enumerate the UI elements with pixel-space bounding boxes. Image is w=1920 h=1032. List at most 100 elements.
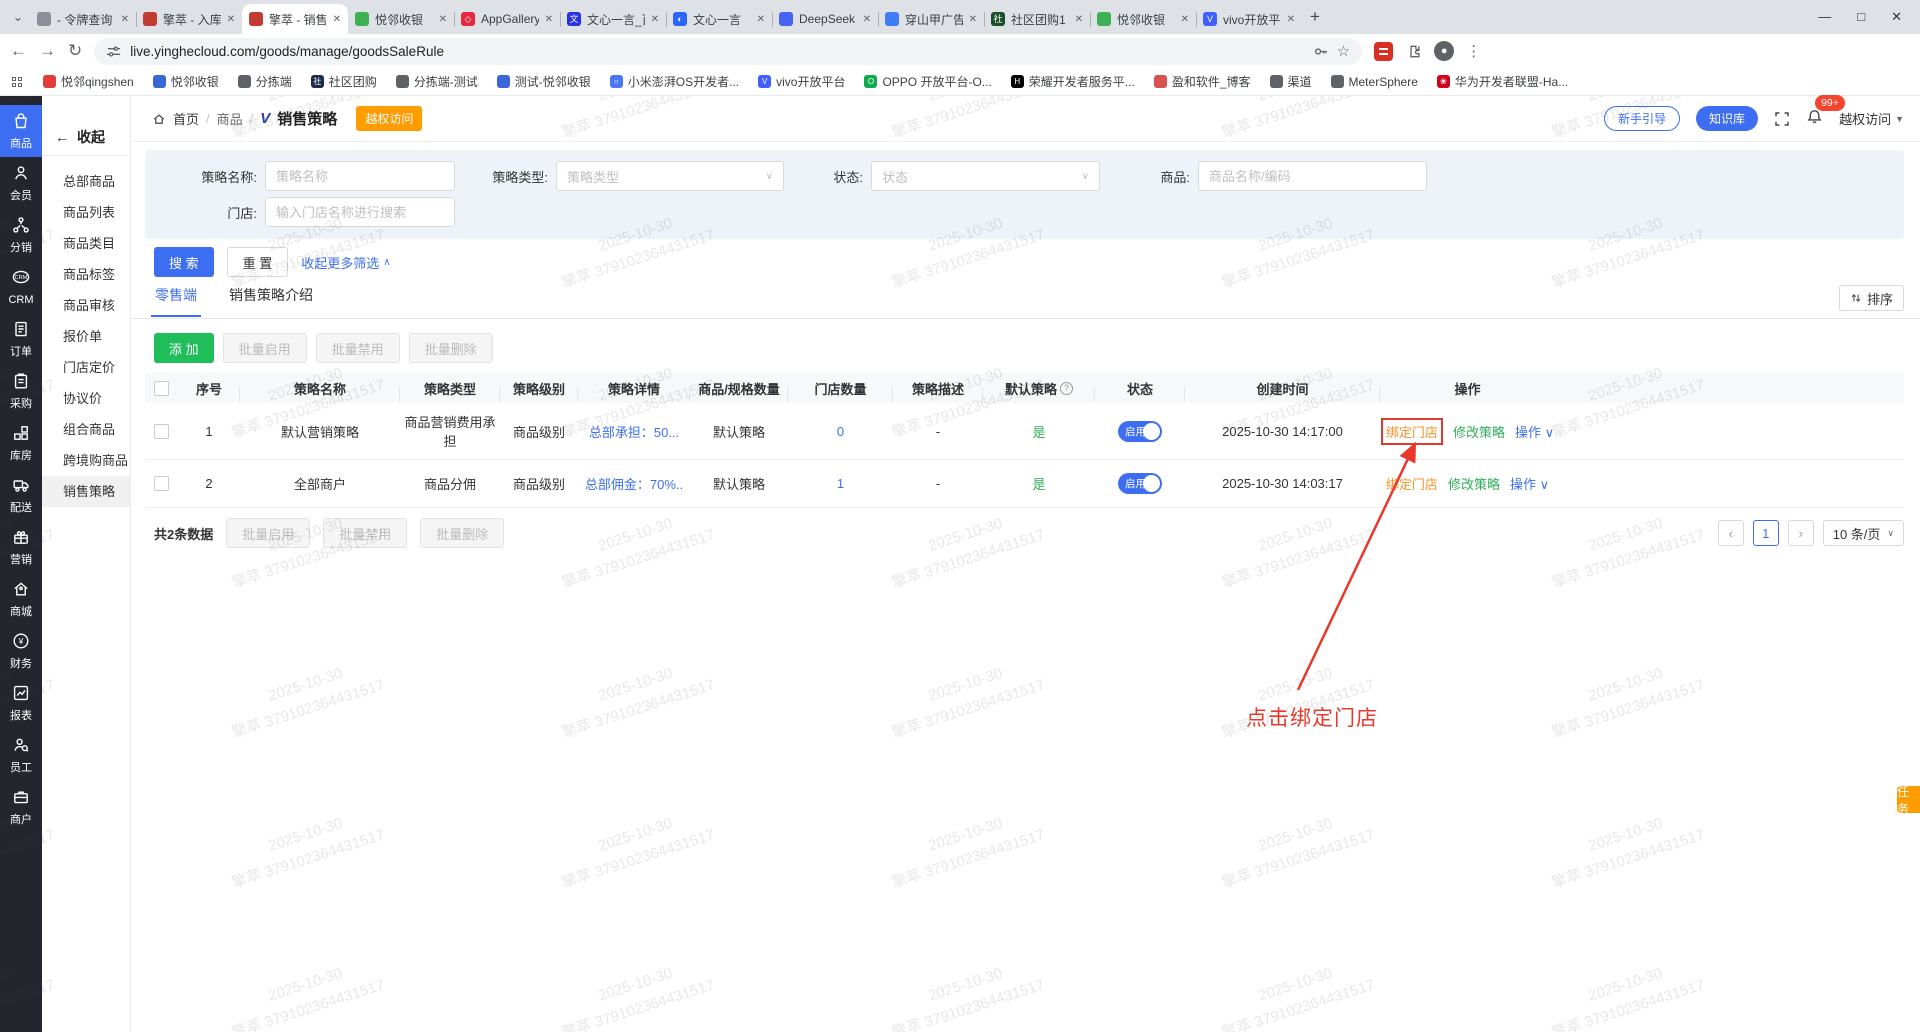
- browser-tab[interactable]: 悦邻收银 ✕: [1090, 4, 1196, 34]
- browser-tab[interactable]: ◐ 文心一言 ✕: [666, 4, 772, 34]
- submenu-item-销售策略[interactable]: 销售策略: [42, 476, 130, 507]
- account-menu[interactable]: 越权访问 ▼: [1839, 109, 1904, 128]
- batch-disable-button[interactable]: 批量禁用: [323, 518, 408, 548]
- tab-search-chevron-icon[interactable]: ⌄: [6, 9, 30, 25]
- beginner-guide-button[interactable]: 新手引导: [1604, 106, 1681, 131]
- more-actions-link[interactable]: 操作 ∨: [1515, 422, 1554, 441]
- browser-tab[interactable]: Vvivo开放平台 ✕: [1196, 4, 1302, 34]
- row-checkbox[interactable]: [154, 423, 169, 439]
- batch-enable-button[interactable]: 批量启用: [222, 333, 307, 363]
- strategy-detail-link[interactable]: 总部承担：50...: [589, 422, 679, 441]
- batch-disable-button[interactable]: 批量禁用: [315, 333, 400, 363]
- fullscreen-icon[interactable]: [1774, 111, 1790, 127]
- sidebar-item-配送[interactable]: 配送: [0, 469, 42, 521]
- cell-store-count-link[interactable]: 1: [788, 476, 893, 491]
- menu-kebab-icon[interactable]: ⋮: [1466, 42, 1481, 60]
- bookmark-item[interactable]: 测试-悦邻收银: [496, 73, 591, 90]
- info-icon[interactable]: ?: [1060, 381, 1073, 395]
- sidebar-item-会员[interactable]: 会员: [0, 157, 42, 209]
- strategy-detail-link[interactable]: 总部佣金：70%..: [585, 474, 683, 493]
- tab-strategy-intro[interactable]: 销售策略介绍: [229, 285, 313, 317]
- submenu-item-门店定价[interactable]: 门店定价: [42, 352, 130, 383]
- batch-delete-button[interactable]: 批量删除: [420, 518, 505, 548]
- next-page-button[interactable]: ›: [1787, 520, 1814, 546]
- status-toggle[interactable]: 启用: [1118, 473, 1162, 494]
- sidebar-item-报表[interactable]: 报表: [0, 677, 42, 729]
- address-bar[interactable]: live.yinghecloud.com/goods/manage/goodsS…: [94, 37, 1363, 65]
- cell-strategy-detail-link[interactable]: 总部承担：50...: [578, 422, 690, 441]
- select-all-checkbox[interactable]: [154, 380, 169, 396]
- profile-avatar[interactable]: ●: [1434, 41, 1455, 61]
- submenu-item-总部商品[interactable]: 总部商品: [42, 166, 130, 197]
- bookmark-item[interactable]: ○ 小米澎湃OS开发者...: [609, 73, 739, 90]
- sidebar-item-订单[interactable]: 订单: [0, 313, 42, 365]
- browser-tab[interactable]: 悦邻收银 ✕: [348, 4, 454, 34]
- browser-tab[interactable]: 擎萃 - 销售策 ✕: [242, 4, 348, 34]
- status-select[interactable]: 状态 ∨: [871, 161, 1100, 191]
- browser-tab[interactable]: DeepSeek ✕: [772, 4, 878, 34]
- submenu-item-商品列表[interactable]: 商品列表: [42, 197, 130, 228]
- sidebar-item-员工[interactable]: 员工: [0, 729, 42, 781]
- task-side-tab[interactable]: 任务: [1897, 786, 1920, 813]
- browser-tab[interactable]: 穿山甲广告S ✕: [878, 4, 984, 34]
- breadcrumb-goods[interactable]: 商品: [217, 109, 243, 128]
- bookmark-item[interactable]: MeterSphere: [1330, 73, 1418, 90]
- tab-close-icon[interactable]: ✕: [651, 14, 659, 25]
- store-input[interactable]: [265, 197, 455, 227]
- breadcrumb-home[interactable]: 首页: [173, 109, 199, 128]
- submenu-item-商品审核[interactable]: 商品审核: [42, 290, 130, 321]
- tab-close-icon[interactable]: ✕: [1075, 14, 1083, 25]
- sidebar-item-商户[interactable]: 商户: [0, 781, 42, 833]
- new-tab-button[interactable]: +: [1310, 7, 1320, 27]
- page-size-select[interactable]: 10 条/页 ∨: [1822, 520, 1904, 546]
- tab-close-icon[interactable]: ✕: [121, 14, 129, 25]
- sidebar-item-营销[interactable]: 营销: [0, 521, 42, 573]
- browser-tab[interactable]: ◇ AppGallery ✕: [454, 4, 560, 34]
- bookmark-item[interactable]: 分拣端-测试: [395, 73, 478, 90]
- bookmark-item[interactable]: 分拣端: [237, 73, 292, 90]
- bookmark-item[interactable]: 社社区团购: [310, 73, 377, 90]
- sidebar-item-库房[interactable]: 库房: [0, 417, 42, 469]
- store-count-link[interactable]: 0: [837, 424, 844, 439]
- password-key-icon[interactable]: [1313, 44, 1328, 59]
- submenu-item-商品类目[interactable]: 商品类目: [42, 228, 130, 259]
- extension-red-icon[interactable]: [1374, 41, 1394, 61]
- tab-close-icon[interactable]: ✕: [227, 14, 235, 25]
- submenu-item-组合商品[interactable]: 组合商品: [42, 414, 130, 445]
- extensions-puzzle-icon[interactable]: [1405, 43, 1422, 60]
- tab-retail[interactable]: 零售端: [151, 285, 201, 317]
- sidebar-item-商品[interactable]: 商品: [0, 105, 42, 157]
- cell-store-count-link[interactable]: 0: [788, 424, 893, 439]
- tab-close-icon[interactable]: ✕: [1181, 14, 1189, 25]
- minimize-button[interactable]: —: [1818, 9, 1831, 25]
- more-actions-link[interactable]: 操作 ∨: [1510, 474, 1549, 493]
- tab-close-icon[interactable]: ✕: [545, 14, 553, 25]
- edit-strategy-link[interactable]: 修改策略: [1453, 422, 1505, 441]
- submenu-item-商品标签[interactable]: 商品标签: [42, 259, 130, 290]
- collapse-sidebar-button[interactable]: ← 收起: [42, 118, 130, 156]
- bookmark-item[interactable]: Vvivo开放平台: [758, 73, 845, 90]
- bookmark-item[interactable]: 盈和软件_博客: [1153, 73, 1251, 90]
- apps-grid-icon[interactable]: [12, 76, 22, 87]
- strategy-type-select[interactable]: 策略类型 ∨: [556, 161, 784, 191]
- collapse-filters-link[interactable]: 收起更多筛选 ∧: [301, 253, 390, 272]
- submenu-item-协议价[interactable]: 协议价: [42, 383, 130, 414]
- tab-close-icon[interactable]: ✕: [439, 14, 447, 25]
- page-number-button[interactable]: 1: [1752, 520, 1779, 546]
- add-button[interactable]: 添 加: [154, 333, 214, 363]
- bookmark-item[interactable]: 悦邻收银: [152, 73, 219, 90]
- browser-tab[interactable]: 擎萃 - 入库单 ✕: [136, 4, 242, 34]
- sidebar-item-分销[interactable]: 分销: [0, 209, 42, 261]
- sidebar-item-CRM[interactable]: CRM CRM: [0, 261, 42, 313]
- search-button[interactable]: 搜 索: [154, 247, 214, 277]
- batch-delete-button[interactable]: 批量删除: [408, 333, 493, 363]
- bookmark-item[interactable]: ❀ 华为开发者联盟-Ha...: [1436, 73, 1568, 90]
- sidebar-item-采购[interactable]: 采购: [0, 365, 42, 417]
- notifications[interactable]: 99+: [1806, 94, 1845, 130]
- tab-close-icon[interactable]: ✕: [1287, 14, 1295, 25]
- forward-button[interactable]: →: [39, 41, 56, 61]
- browser-tab[interactable]: 社社区团购1 - ✕: [984, 4, 1090, 34]
- sidebar-item-商城[interactable]: 商城: [0, 573, 42, 625]
- tab-close-icon[interactable]: ✕: [969, 14, 977, 25]
- prev-page-button[interactable]: ‹: [1717, 520, 1744, 546]
